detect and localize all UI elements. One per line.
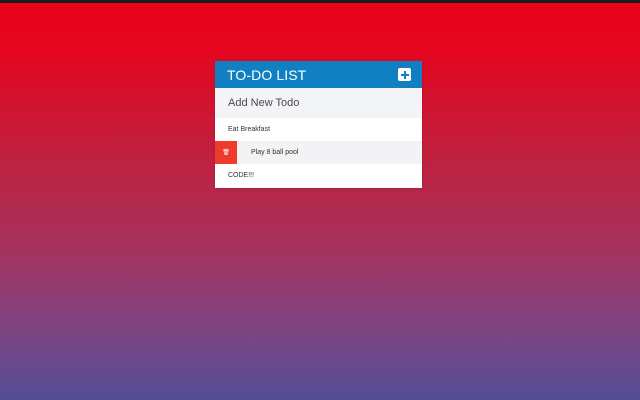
app-title: TO-DO LIST bbox=[227, 66, 307, 83]
todo-item-text: Play 8 ball pool bbox=[251, 149, 299, 156]
trash-icon: 🗑 bbox=[222, 150, 230, 156]
plus-square-icon[interactable] bbox=[398, 68, 411, 81]
todo-item[interactable]: CODE!!! bbox=[215, 164, 422, 187]
new-todo-input[interactable] bbox=[215, 88, 422, 118]
todo-header: TO-DO LIST bbox=[215, 61, 422, 88]
todo-list: Eat Breakfast 🗑 Play 8 ball pool CODE!!! bbox=[215, 118, 422, 187]
delete-todo-button[interactable]: 🗑 bbox=[215, 141, 237, 164]
todo-item[interactable]: 🗑 Play 8 ball pool bbox=[215, 141, 422, 164]
todo-item-text: CODE!!! bbox=[228, 172, 255, 179]
top-window-strip bbox=[0, 0, 640, 3]
todo-item[interactable]: Eat Breakfast bbox=[215, 118, 422, 141]
todo-item-text: Eat Breakfast bbox=[228, 126, 271, 133]
todo-card: TO-DO LIST Eat Breakfast 🗑 Play 8 ball p… bbox=[215, 61, 422, 188]
